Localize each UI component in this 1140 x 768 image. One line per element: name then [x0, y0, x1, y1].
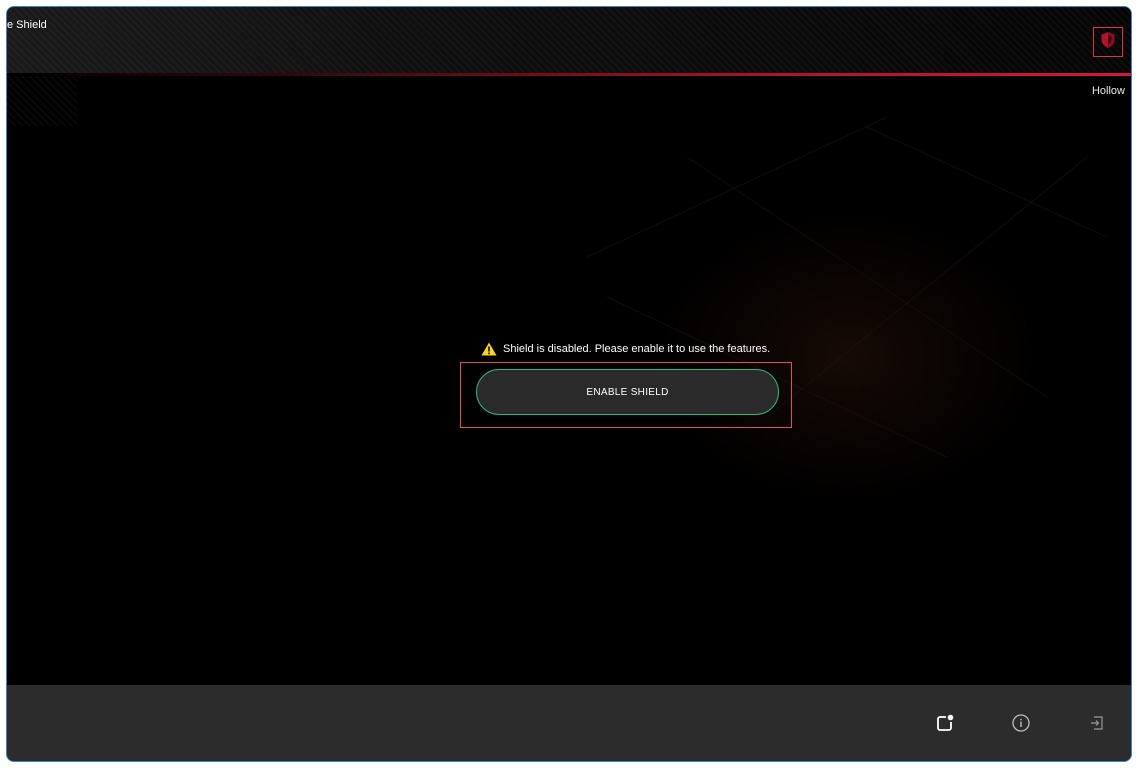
enable-shield-button[interactable]: ENABLE SHIELD [476, 369, 779, 415]
background-glow [647, 207, 1047, 507]
warning-icon [481, 342, 497, 356]
shield-disabled-warning: Shield is disabled. Please enable it to … [481, 342, 770, 356]
warning-text: Shield is disabled. Please enable it to … [503, 343, 771, 355]
exit-icon[interactable] [1085, 711, 1109, 735]
header-accent-line [7, 73, 1131, 76]
header-pattern [7, 76, 77, 126]
app-window: e Shield Hollow Shield is disabled. Plea… [6, 6, 1132, 762]
shield-status-button[interactable] [1093, 27, 1123, 57]
footer-bar [7, 685, 1131, 761]
info-icon[interactable] [1009, 711, 1033, 735]
shield-icon [1100, 31, 1116, 54]
window-title: e Shield [7, 19, 47, 31]
header-bar [7, 7, 1131, 73]
profile-name[interactable]: Hollow [1092, 85, 1125, 97]
notification-icon[interactable] [933, 711, 957, 735]
